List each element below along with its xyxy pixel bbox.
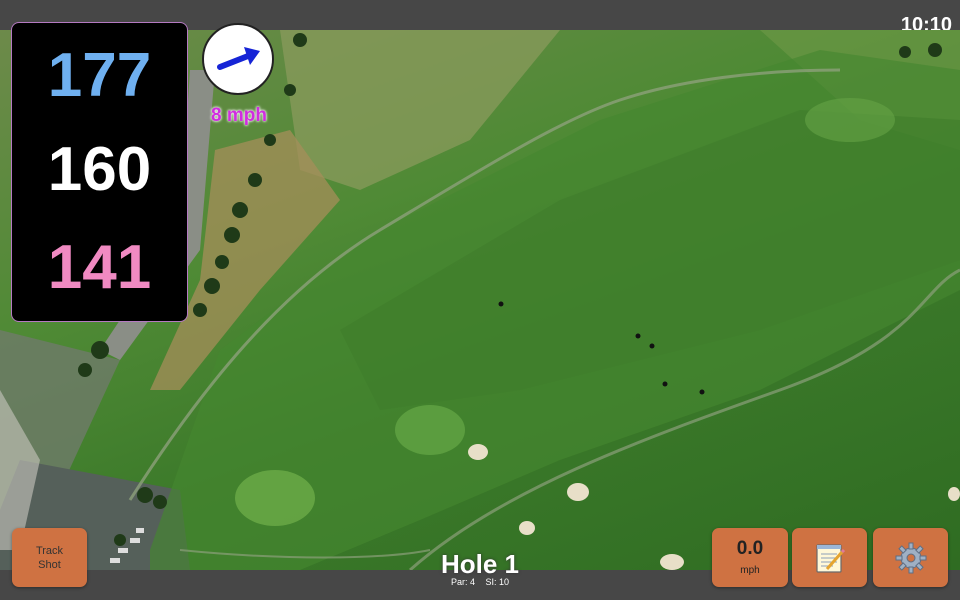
speed-unit: mph <box>740 565 760 576</box>
front-distance: 141 <box>47 233 152 302</box>
settings-button[interactable] <box>873 528 948 587</box>
hole-title: Hole 1 <box>440 549 520 579</box>
hole-stroke-index: SI: 10 <box>485 577 510 587</box>
track-shot-button[interactable]: Track Shot <box>12 528 87 587</box>
middle-distance: 160 <box>47 135 152 204</box>
hole-info: Par: 4 SI: 10 <box>400 577 560 587</box>
speed-button[interactable]: 0.0 mph <box>712 528 788 587</box>
distance-panel: 177 160 141 <box>11 22 188 322</box>
back-distance: 177 <box>47 41 152 110</box>
scorecard-notes-button[interactable] <box>792 528 867 587</box>
hole-par: Par: 4 <box>450 577 475 587</box>
speed-value: 0.0 <box>736 538 764 559</box>
wind-speed: 8 mph <box>211 105 267 126</box>
wind-direction-arrow-icon <box>217 47 260 70</box>
wind-dial <box>202 23 274 95</box>
track-shot-label: Track Shot <box>35 545 64 571</box>
gear-icon <box>895 542 926 573</box>
notepad-icon <box>815 543 845 573</box>
